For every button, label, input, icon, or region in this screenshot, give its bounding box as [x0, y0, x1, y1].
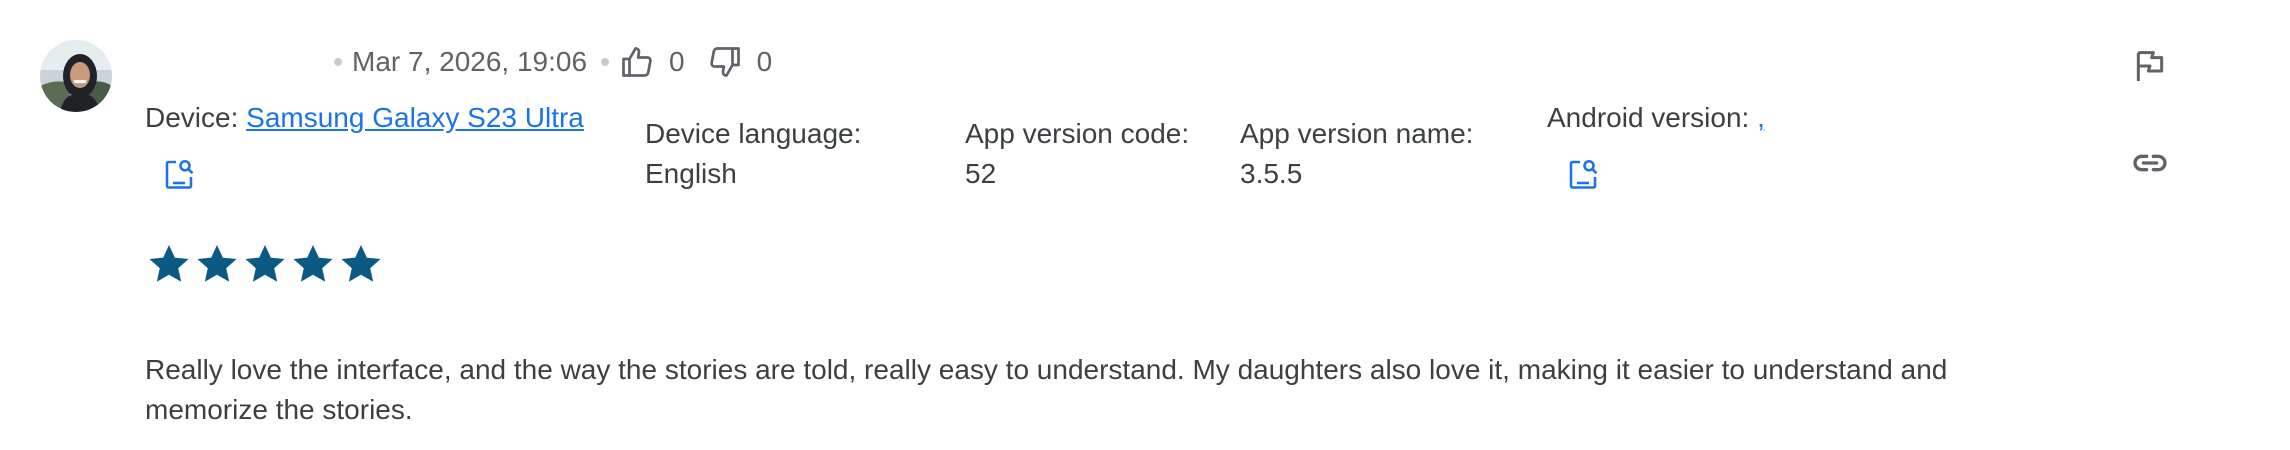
app-version-name-label: App version name: — [1240, 118, 1474, 149]
app-version-code-value: 52 — [965, 158, 997, 189]
link-icon[interactable] — [2130, 143, 2170, 183]
device-info: Device: Samsung Galaxy S23 Ultra — [145, 98, 584, 138]
app-version-code-label: App version code: — [965, 118, 1190, 149]
star-icon — [145, 240, 193, 288]
separator-dot — [334, 58, 342, 66]
review-meta: Mar 7, 2026, 19:06 0 0 — [330, 42, 794, 82]
android-version-label: Android version: — [1547, 102, 1750, 133]
review-card: Mar 7, 2026, 19:06 0 0 Device: Samsung G… — [0, 0, 2290, 450]
star-rating — [145, 240, 385, 288]
star-icon — [289, 240, 337, 288]
device-language-label: Device language: — [645, 118, 862, 149]
downvote-count: 0 — [756, 46, 773, 77]
separator-dot — [601, 58, 610, 66]
star-icon — [193, 240, 241, 288]
star-icon — [241, 240, 289, 288]
device-label: Device: — [145, 102, 239, 133]
app-version-name-value: 3.5.5 — [1240, 158, 1303, 189]
device-link[interactable]: Samsung Galaxy S23 Ultra — [246, 102, 584, 133]
app-version-name-info: App version name: 3.5.5 — [1240, 114, 1473, 194]
device-language-value: English — [645, 158, 737, 189]
avatar — [40, 40, 112, 112]
star-icon — [337, 240, 385, 288]
app-version-code-info: App version code: 52 — [965, 114, 1189, 194]
device-lookup-icon[interactable] — [161, 156, 197, 192]
android-version-lookup-icon[interactable] — [1565, 156, 1601, 192]
thumb-up-icon — [622, 47, 652, 77]
flag-icon[interactable] — [2130, 46, 2170, 86]
android-version-info: Android version: , — [1547, 98, 1765, 138]
android-version-link[interactable]: , — [1757, 102, 1765, 133]
review-date: Mar 7, 2026, 19:06 — [352, 46, 588, 77]
upvote-count: 0 — [669, 46, 685, 77]
thumb-down-icon — [709, 47, 740, 77]
device-language-info: Device language: English — [645, 114, 861, 194]
downvote-button[interactable]: 0 — [707, 44, 795, 80]
review-text: Really love the interface, and the way t… — [145, 354, 1948, 425]
upvote-button[interactable]: 0 — [619, 44, 707, 80]
